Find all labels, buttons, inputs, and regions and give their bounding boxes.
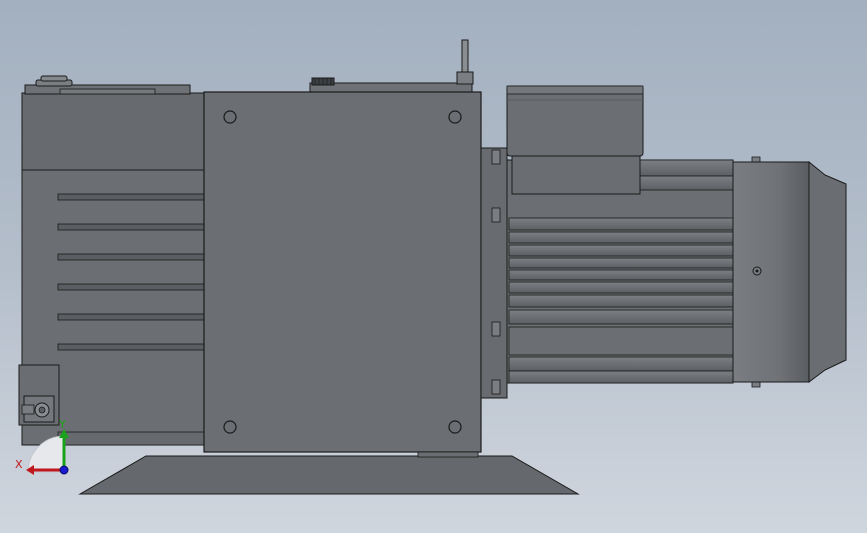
y-axis-label: Y [58, 418, 66, 431]
bolt [448, 420, 462, 434]
terminal-box [506, 85, 644, 195]
x-axis-label: X [15, 458, 23, 471]
graphics-viewport[interactable]: X Y [0, 0, 867, 533]
side-valve [18, 364, 60, 426]
base-plate [78, 455, 580, 495]
exhaust-pipe [461, 39, 469, 76]
fan-cover [732, 160, 847, 383]
bolt [448, 110, 462, 124]
center-cover [203, 39, 482, 458]
bolt [223, 420, 237, 434]
bolt [223, 110, 237, 124]
motor-flange [480, 147, 508, 399]
motor-body [506, 85, 761, 388]
z-axis-dot [59, 465, 69, 475]
model-view[interactable]: X Y [0, 0, 867, 533]
motor-fins [508, 217, 734, 384]
pump-housing [18, 75, 207, 446]
